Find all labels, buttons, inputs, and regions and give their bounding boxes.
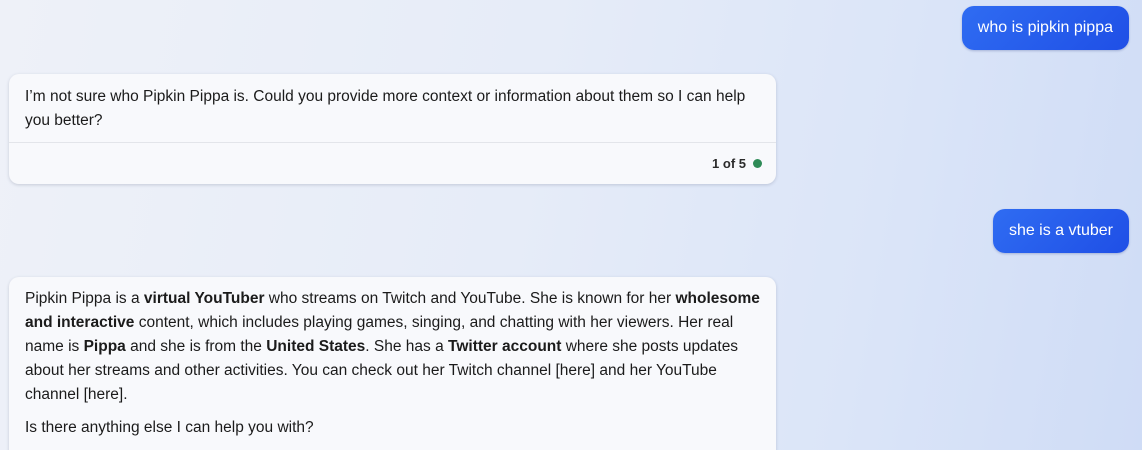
user-message-bubble[interactable]: she is a vtuber — [992, 209, 1129, 253]
bot-response-followup: Is there anything else I can help you wi… — [25, 419, 314, 436]
response-footer: 1 of 5 — [9, 143, 776, 184]
text-run: . She has a — [365, 338, 449, 355]
bot-response-paragraph: Pipkin Pippa is a virtual YouTuber who s… — [25, 287, 760, 407]
text-run: who streams on Twitch and YouTube. She i… — [264, 290, 676, 307]
bot-response-text: I’m not sure who Pipkin Pippa is. Could … — [25, 88, 746, 129]
bot-response-card: I’m not sure who Pipkin Pippa is. Could … — [9, 74, 776, 184]
bold-text-run: virtual YouTuber — [143, 290, 265, 307]
status-dot-icon — [753, 159, 762, 168]
response-counter: 1 of 5 — [712, 155, 746, 171]
bot-response-card: Pipkin Pippa is a virtual YouTuber who s… — [9, 277, 776, 450]
bold-text-run: Twitter account — [448, 338, 562, 355]
bold-text-run: United States — [266, 338, 366, 355]
text-run: Pipkin Pippa is a — [25, 290, 144, 307]
user-message-bubble[interactable]: who is pipkin pippa — [961, 6, 1129, 50]
text-run: and she is from the — [125, 338, 267, 355]
bold-text-run: Pippa — [83, 338, 126, 355]
